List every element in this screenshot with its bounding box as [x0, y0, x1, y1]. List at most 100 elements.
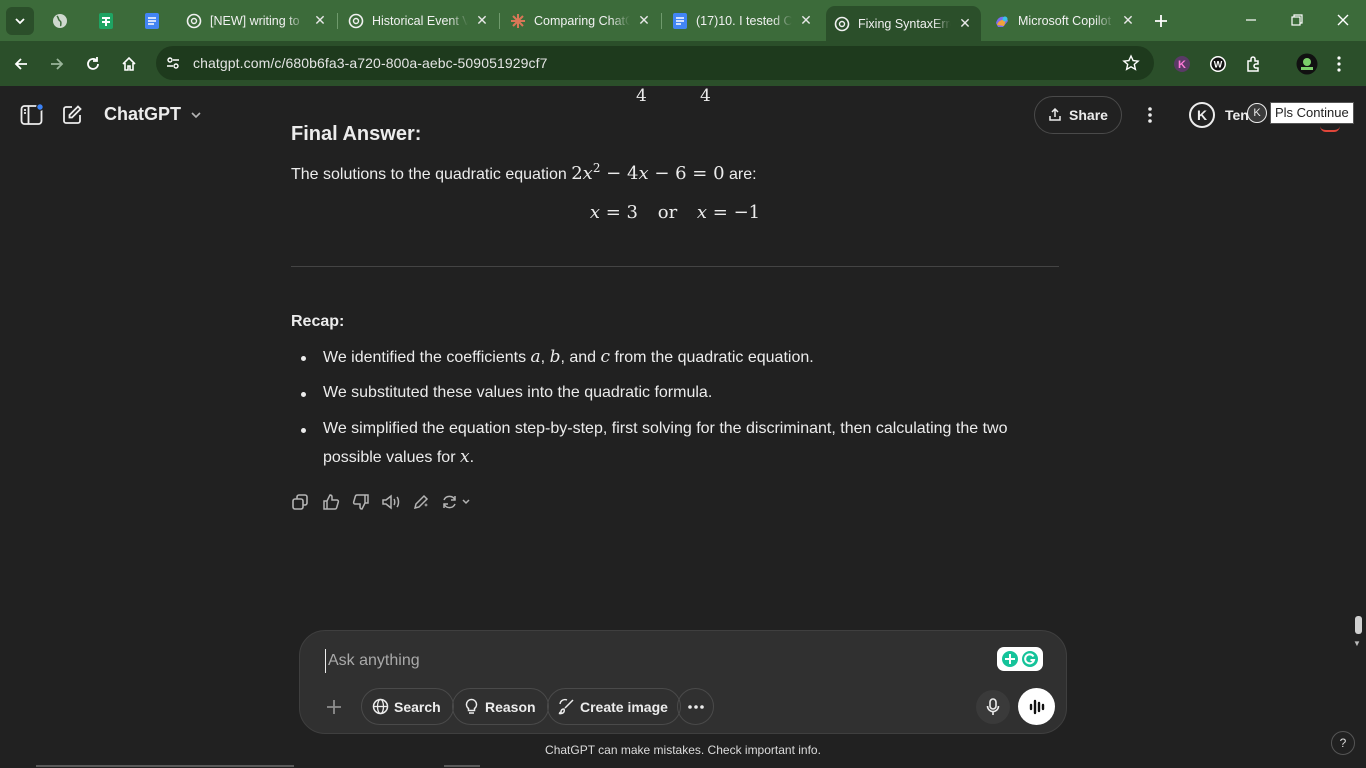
thumbs-down-icon[interactable]	[350, 491, 372, 513]
address-bar[interactable]: chatgpt.com/c/680b6fa3-a720-800a-aebc-50…	[156, 46, 1154, 80]
extension-w-icon[interactable]: W	[1207, 53, 1229, 75]
intro-suffix: are:	[724, 166, 757, 183]
voice-mode-button[interactable]	[1018, 688, 1055, 725]
extension-k-icon[interactable]: K	[1171, 53, 1193, 75]
lightbulb-icon	[462, 698, 480, 716]
eq-var: x	[582, 163, 593, 184]
tab-historical-event[interactable]: Historical Event V ✕	[340, 6, 498, 35]
chatgpt-page: ChatGPT Share K Ten K Pls Continue 4 4 F…	[0, 86, 1366, 768]
new-chat-icon[interactable]	[60, 103, 84, 127]
tab-separator	[499, 13, 500, 29]
profile-avatar[interactable]	[1296, 53, 1318, 75]
model-selector[interactable]: ChatGPT	[104, 104, 202, 125]
new-tab-button[interactable]	[1147, 7, 1175, 35]
grammarly-assist-icon	[1002, 651, 1018, 667]
conversation-options-icon[interactable]	[1138, 103, 1162, 127]
math-var: b	[549, 347, 561, 367]
microphone-icon	[986, 698, 1000, 715]
tab-microsoft-copilot[interactable]: Microsoft Copilot ✕	[986, 6, 1144, 35]
close-icon[interactable]: ✕	[957, 15, 973, 32]
tab-fixing-syntaxerror[interactable]: Fixing SyntaxErro ✕	[826, 6, 981, 41]
attach-button[interactable]	[317, 690, 351, 724]
home-icon	[122, 56, 136, 71]
tab-comparing-chatgpt[interactable]: Comparing ChatG ✕	[502, 6, 660, 35]
restore-button[interactable]	[1274, 6, 1320, 34]
search-button[interactable]: Search	[361, 688, 454, 725]
close-window-button[interactable]	[1320, 6, 1366, 34]
ellipsis-icon	[687, 704, 704, 709]
globe-icon	[371, 698, 389, 716]
browser-toolbar: chatgpt.com/c/680b6fa3-a720-800a-aebc-50…	[0, 41, 1366, 86]
tab-i-tested[interactable]: (17)10. I tested C ✕	[664, 6, 822, 35]
copy-icon[interactable]	[289, 491, 311, 513]
tab-title: Comparing ChatG	[534, 13, 630, 28]
browser-menu-icon[interactable]	[1328, 53, 1350, 75]
reload-button[interactable]	[78, 49, 108, 79]
tab-new-writing[interactable]: [NEW] writing to ✕	[178, 6, 336, 35]
notification-indicator	[1320, 126, 1340, 132]
globe-icon	[53, 14, 67, 28]
math-var: x	[459, 447, 470, 467]
regenerate-icon[interactable]	[441, 491, 475, 513]
arrow-right-icon	[51, 58, 64, 70]
create-image-button[interactable]: Create image	[547, 688, 681, 725]
plus-icon	[1155, 15, 1167, 27]
reason-label: Reason	[485, 698, 536, 715]
thumbs-up-icon[interactable]	[320, 491, 342, 513]
minimize-button[interactable]	[1228, 6, 1274, 34]
solutions-intro: The solutions to the quadratic equation …	[291, 161, 757, 184]
edit-canvas-icon[interactable]	[410, 491, 432, 513]
grammarly-widget[interactable]	[997, 647, 1043, 671]
chatgpt-icon	[186, 13, 202, 29]
tab-separator	[661, 13, 662, 29]
close-icon[interactable]: ✕	[636, 12, 652, 29]
scrollbar-thumb[interactable]	[1355, 616, 1362, 634]
math-var: c	[600, 347, 611, 367]
sidebar-toggle-icon[interactable]	[20, 103, 44, 127]
chevron-down-icon	[15, 18, 25, 25]
browser-tab-bar: [NEW] writing to ✕ Historical Event V ✕ …	[0, 0, 1366, 41]
minimize-icon	[1246, 19, 1256, 21]
tab-search-button[interactable]	[6, 7, 34, 35]
user-name[interactable]: Ten	[1225, 107, 1249, 123]
read-aloud-icon[interactable]	[380, 491, 402, 513]
tab-title: Microsoft Copilot	[1018, 13, 1112, 28]
close-icon[interactable]: ✕	[1120, 12, 1136, 29]
svg-text:K: K	[1178, 59, 1186, 71]
tooltip: Pls Continue	[1270, 102, 1354, 124]
avatar[interactable]: K	[1189, 102, 1215, 128]
extensions-puzzle-icon[interactable]	[1243, 53, 1265, 75]
reason-button[interactable]: Reason	[452, 688, 549, 725]
site-info-icon[interactable]	[165, 55, 181, 76]
restore-icon	[1291, 14, 1303, 26]
google-docs-icon	[145, 13, 159, 29]
dictate-button[interactable]	[976, 690, 1010, 724]
equation-fragment: 4 4	[291, 86, 1059, 110]
message-composer: Search Reason Create image	[299, 630, 1067, 734]
close-icon[interactable]: ✕	[474, 12, 490, 29]
help-button[interactable]: ?	[1331, 731, 1355, 755]
eq-rest: − 6 = 0	[648, 163, 725, 184]
list-item-text: possible values for	[323, 449, 460, 466]
divider	[291, 266, 1059, 267]
prompt-input[interactable]	[325, 649, 965, 673]
scroll-down-arrow-icon[interactable]: ▼	[1353, 639, 1363, 648]
create-image-label: Create image	[580, 698, 668, 715]
list-item-text: , and	[560, 349, 601, 366]
forward-button[interactable]	[42, 49, 72, 79]
pinned-tab-sheets[interactable]	[92, 7, 120, 35]
close-icon[interactable]: ✕	[798, 12, 814, 29]
pinned-tab-docs[interactable]	[138, 7, 166, 35]
back-button[interactable]	[6, 49, 36, 79]
more-tools-button[interactable]	[677, 688, 714, 725]
bookmark-star-icon[interactable]	[1122, 54, 1140, 77]
model-name: ChatGPT	[104, 104, 182, 124]
bullet	[301, 428, 306, 433]
home-button[interactable]	[114, 49, 144, 79]
pinned-tab-globe[interactable]	[46, 7, 74, 35]
close-icon[interactable]: ✕	[312, 12, 328, 29]
list-item-text: from the quadratic equation.	[610, 349, 814, 366]
taskbar-indicator	[36, 765, 294, 767]
math-value: = 3	[600, 202, 638, 223]
url-text: chatgpt.com/c/680b6fa3-a720-800a-aebc-50…	[193, 55, 548, 71]
